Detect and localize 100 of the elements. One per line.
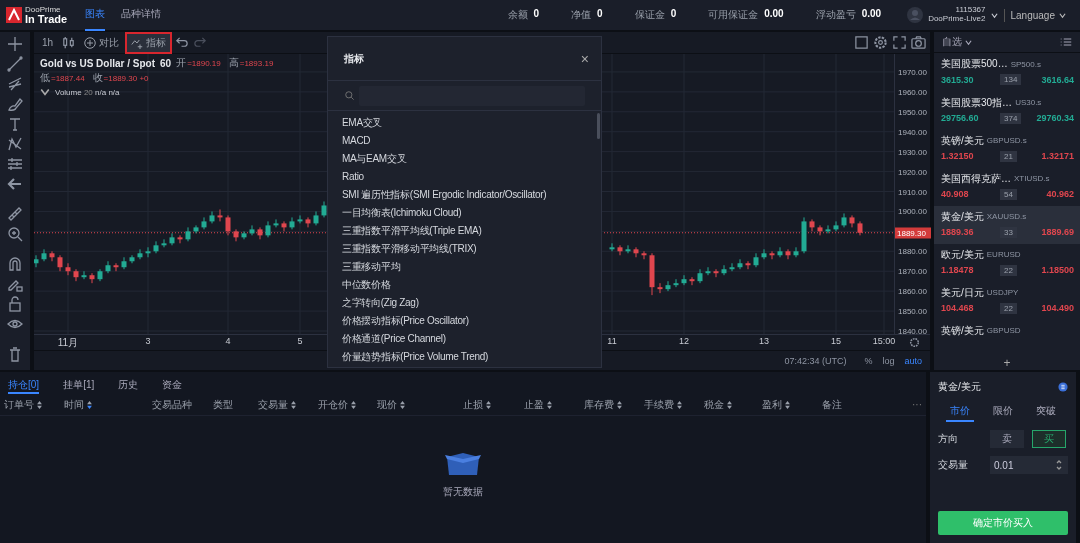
sort-icon[interactable] [785,400,790,409]
column-header[interactable]: 时间 [64,397,84,412]
ohlc-value: =1893.19 [239,58,274,68]
fork-lines-icon[interactable] [7,76,23,92]
undo-icon[interactable] [174,35,190,50]
indicator-item[interactable]: SMI 遍历性指标(SMI Ergodic Indicator/Oscillator) [342,186,547,204]
interval-button[interactable]: 1h [38,33,58,52]
fullscreen-icon[interactable] [892,35,907,50]
sort-icon[interactable] [547,400,552,409]
column-header[interactable]: 交易量 [258,397,288,412]
pattern-icon[interactable] [7,136,23,152]
watchlist-row[interactable]: 美国股票30指… US30.s 29756.60 374 29760.34 [934,91,1080,130]
order-type-tab[interactable]: 突破 [1032,402,1061,422]
volume-field[interactable]: 0.01 [990,456,1068,474]
direction-button[interactable]: 买 [1032,430,1066,448]
language-button[interactable]: Language [1003,8,1072,22]
column-header[interactable]: 手续费 [644,397,674,412]
sort-icon[interactable] [677,400,682,409]
indicator-item[interactable]: EMA交叉 [342,114,383,132]
nav-tab[interactable]: 品种详情 [121,0,161,31]
more-button[interactable]: ··· [908,399,926,410]
indicator-item[interactable]: MACD [342,132,371,150]
indicator-item[interactable]: 一目均衡表(Ichimoku Cloud) [342,204,462,222]
indicator-item[interactable]: Ratio [342,168,364,186]
info-icon[interactable] [1058,382,1068,392]
indicator-item[interactable]: 三重指数平滑移动平均线(TRIX) [342,240,477,258]
indicator-item[interactable]: 价格通道(Price Channel) [342,330,446,348]
watchlist-row[interactable]: 美元/日元 USDJPY 104.468 22 104.490 [934,281,1080,320]
candle [273,218,279,228]
watchlist-row[interactable]: 美国西得克萨… XTIUSD.s 40.908 54 40.962 [934,167,1080,206]
collapse-icon[interactable] [40,87,50,97]
settings-icon[interactable] [873,35,888,50]
sort-icon[interactable] [400,400,405,409]
add-symbol-button[interactable]: + [1003,355,1011,370]
caret-icon[interactable] [990,11,998,19]
compare-button[interactable]: 对比 [80,33,124,52]
indicator-item[interactable]: MA与EAM交叉 [342,150,407,168]
indicator-item[interactable]: 三重移动平均 [342,258,401,276]
scale-option[interactable]: % [864,355,873,366]
list-menu-icon[interactable] [1060,36,1072,49]
orders-tab[interactable]: 历史 [118,378,139,394]
text-icon[interactable] [7,116,23,132]
watchlist-row[interactable]: 美国股票500… SP500.s 3615.30 134 3616.64 [934,53,1080,92]
sort-icon[interactable] [617,400,622,409]
candle [217,208,223,222]
column-header[interactable]: 止盈 [524,397,544,412]
candle [241,230,247,240]
indicator-item[interactable]: 之字转向(Zig Zag) [342,294,419,312]
column-header[interactable]: 盈利 [762,397,782,412]
arrow-left-icon[interactable] [7,176,23,192]
column-header[interactable]: 订单号 [4,397,34,412]
watchlist-row[interactable]: 英镑/美元 GBPUSD [934,319,1080,358]
indicators-button[interactable]: 指标 [127,33,171,52]
square-icon[interactable] [854,35,869,50]
scale-option[interactable]: log [882,355,895,366]
sort-icon[interactable] [291,400,296,409]
candles-icon[interactable] [61,35,77,50]
indicator-item[interactable]: 中位数价格 [342,276,391,294]
watchlist-dropdown[interactable]: 自选 [942,35,972,50]
column-header[interactable]: 开仓价 [318,397,348,412]
magnet-icon[interactable] [7,256,23,272]
zoom-in-icon[interactable] [7,226,23,242]
sort-icon[interactable] [351,400,356,409]
settings-icon[interactable] [909,337,920,348]
candle [153,240,159,254]
order-type-tab[interactable]: 市价 [945,402,974,422]
column-header[interactable]: 库存费 [584,397,614,412]
crosshair-icon[interactable] [7,36,23,52]
lock-icon[interactable] [7,296,23,312]
sliders-icon[interactable] [7,156,23,172]
column-header[interactable]: 现价 [377,397,397,412]
watchlist-row[interactable]: 欧元/美元 EURUSD 1.18478 22 1.18500 [934,243,1080,282]
candle [249,224,255,236]
trash-icon[interactable] [7,346,23,362]
watchlist-row[interactable]: 英镑/美元 GBPUSD.s 1.32150 21 1.32171 [934,129,1080,168]
order-type-tab[interactable]: 限价 [989,402,1017,422]
nav-tab[interactable]: 图表 [85,0,105,31]
brush-icon[interactable] [7,96,23,112]
sort-icon[interactable] [37,400,42,409]
candle [761,248,767,260]
sort-icon[interactable] [486,400,491,409]
sort-icon[interactable] [727,400,732,409]
indicator-item[interactable]: 价量趋势指标(Price Volume Trend) [342,348,489,366]
time-label: 11 [607,336,617,346]
close-button[interactable]: × [580,50,589,67]
spinner-icon[interactable] [1056,459,1062,471]
ruler-icon[interactable] [7,206,23,222]
indicator-item[interactable]: 三重指数平滑平均线(Triple EMA) [342,222,482,240]
column-header[interactable]: 止损 [463,397,483,412]
orders-tab[interactable]: 挂单[1] [63,378,95,394]
watchlist-row[interactable]: 黄金/美元 XAUUSD.s 1889.36 33 1889.69 [934,205,1080,244]
orders-tab[interactable]: 持仓[0] [8,378,40,394]
orders-tab[interactable]: 资金 [162,378,183,394]
indicator-item[interactable]: 价格摆动指标(Price Oscillator) [342,312,469,330]
camera-icon[interactable] [911,35,926,50]
direction-button[interactable]: 卖 [990,430,1024,448]
column-header[interactable]: 税金 [704,397,724,412]
sort-icon[interactable] [87,400,92,409]
scale-option[interactable]: auto [904,355,922,366]
trend-line-icon[interactable] [7,56,23,72]
